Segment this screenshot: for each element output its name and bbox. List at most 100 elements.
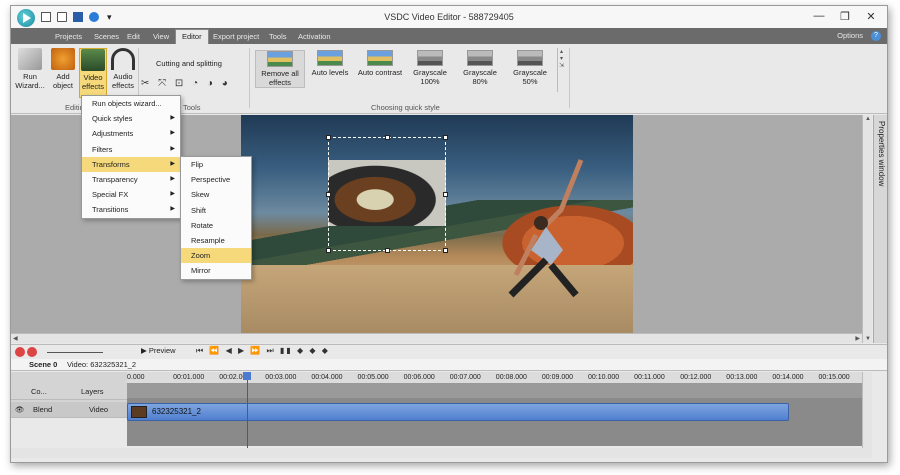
tools-icon-row[interactable]: ✂ ⤧ ⊡ ◔ ◑ ◕ <box>141 78 231 89</box>
quick-style-label: Remove all effects <box>261 69 299 87</box>
resize-handle[interactable] <box>443 192 448 197</box>
eye-icon[interactable]: 👁 <box>15 402 25 418</box>
ruler-tick-label: 00:14.000 <box>772 374 804 381</box>
quick-style-remove-all[interactable]: Remove all effects <box>255 50 305 88</box>
menu-item-zoom[interactable]: Zoom <box>181 248 251 264</box>
menu-item-shift[interactable]: Shift <box>181 203 251 218</box>
col-label: Co... <box>31 387 47 396</box>
quick-style-grayscale-50[interactable]: Grayscale 50% <box>505 50 555 86</box>
video-effects-button[interactable]: Video effects <box>79 48 107 98</box>
menu-item-mirror[interactable]: Mirror <box>181 263 251 278</box>
ruler-tick-label: 00:07.000 <box>449 374 481 381</box>
run-wizard-button[interactable]: Run Wizard... <box>13 48 47 90</box>
help-icon[interactable]: ? <box>871 31 881 41</box>
quick-style-grayscale-80[interactable]: Grayscale 80% <box>455 50 505 86</box>
submenu-arrow-icon: ▶ <box>170 206 175 213</box>
playback-controls[interactable]: ⏮ ⏪ ◀ ▶ ⏩ ⏭ ▮▮ ◆ ◆ ◆ <box>196 346 330 356</box>
scroll-down-icon[interactable]: ▼ <box>865 336 871 342</box>
tab-view[interactable]: View <box>147 30 175 44</box>
menu-item-label: Filters <box>92 144 113 154</box>
resize-handle[interactable] <box>326 135 331 140</box>
tab-scenes[interactable]: Scenes <box>88 30 125 44</box>
menu-item-quick-styles[interactable]: Quick styles ▶ <box>82 111 180 126</box>
timeline-horizontal-scrollbar[interactable] <box>11 448 872 458</box>
workspace-horizontal-scrollbar[interactable]: ◀ ▶ <box>11 333 862 343</box>
blend-dropdown[interactable]: Blend <box>33 402 52 418</box>
wand-icon <box>18 48 42 70</box>
quick-style-auto-levels[interactable]: Auto levels <box>305 50 355 77</box>
resize-handle[interactable] <box>385 248 390 253</box>
tab-scene-0[interactable]: Scene 0 <box>29 360 57 369</box>
submenu-arrow-icon: ▶ <box>170 160 175 167</box>
tab-video-object[interactable]: Video: 632325321_2 <box>67 360 136 369</box>
tab-edit[interactable]: Edit <box>121 30 146 44</box>
ruler-tick-label: 00:05.000 <box>357 374 389 381</box>
minimize-button[interactable]: — <box>811 10 827 22</box>
quick-styles-scroll[interactable]: ▴ ▾ ⇲ <box>557 48 565 92</box>
menu-item-transparency[interactable]: Transparency ▶ <box>82 172 180 187</box>
tab-activation[interactable]: Activation <box>292 30 337 44</box>
menu-item-perspective[interactable]: Perspective <box>181 172 251 187</box>
scroll-right-icon[interactable]: ▶ <box>855 335 860 342</box>
audio-effects-button[interactable]: Audio effects <box>109 48 137 90</box>
preview-button[interactable]: ▶ Preview <box>141 346 176 355</box>
ruler-tick-label: 00:06.000 <box>403 374 435 381</box>
submenu-arrow-icon: ▶ <box>170 130 175 137</box>
tab-tools[interactable]: Tools <box>263 30 293 44</box>
playhead-marker[interactable] <box>243 372 251 380</box>
layers-row <box>127 384 862 398</box>
video-effects-icon <box>81 49 105 71</box>
quick-style-grayscale-100[interactable]: Grayscale 100% <box>405 50 455 86</box>
video-clip[interactable]: 632325321_2 <box>127 403 789 421</box>
menu-item-adjustments[interactable]: Adjustments ▶ <box>82 126 180 141</box>
submenu-arrow-icon: ▶ <box>170 145 175 152</box>
quick-style-auto-contrast[interactable]: Auto contrast <box>355 50 405 77</box>
menu-item-skew[interactable]: Skew <box>181 187 251 202</box>
scene-tabs: Scene 0 Video: 632325321_2 <box>11 359 887 371</box>
tab-editor[interactable]: Editor <box>175 29 209 44</box>
workspace-vertical-scrollbar[interactable]: ▲ ▼ <box>862 115 872 343</box>
tab-export-project[interactable]: Export project <box>207 30 265 44</box>
menu-item-resample[interactable]: Resample <box>181 233 251 248</box>
resize-handle[interactable] <box>385 135 390 140</box>
zoom-out-icon[interactable] <box>27 347 37 357</box>
add-object-button[interactable]: Add object <box>49 48 77 90</box>
ruler-tick-label: 00:15.000 <box>818 374 850 381</box>
restore-button[interactable]: ❐ <box>837 10 853 23</box>
resize-handle[interactable] <box>326 192 331 197</box>
properties-window-tab[interactable]: Properties window <box>873 115 887 343</box>
tab-projects[interactable]: Projects <box>49 30 88 44</box>
ruler-tick-label: 00:12.000 <box>680 374 712 381</box>
resize-handle[interactable] <box>443 135 448 140</box>
layers-label: Layers <box>81 387 104 396</box>
menu-item-label: Run objects wizard... <box>92 99 162 108</box>
cutting-splitting-button[interactable]: Cutting and splitting <box>156 59 222 68</box>
menu-item-special-fx[interactable]: Special FX ▶ <box>82 187 180 202</box>
submenu-arrow-icon: ▶ <box>170 115 175 122</box>
menu-item-flip[interactable]: Flip <box>181 157 251 172</box>
resize-handle[interactable] <box>326 248 331 253</box>
menu-item-rotate[interactable]: Rotate <box>181 218 251 233</box>
menu-item-transitions[interactable]: Transitions ▶ <box>82 202 180 217</box>
scroll-left-icon[interactable]: ◀ <box>13 335 18 342</box>
timeline-vertical-scrollbar[interactable] <box>862 372 872 448</box>
menu-item-filters[interactable]: Filters ▶ <box>82 142 180 157</box>
close-button[interactable]: ✕ <box>863 10 879 23</box>
preview-person <box>508 159 584 298</box>
menu-item-label: Adjustments <box>92 129 134 139</box>
zoom-slider[interactable] <box>47 352 103 353</box>
scroll-up-icon[interactable]: ▲ <box>865 116 871 122</box>
menu-item-run-objects-wizard[interactable]: Run objects wizard... <box>82 96 180 111</box>
video-preview[interactable] <box>241 115 633 333</box>
ruler-tick-label: 0.000 <box>127 374 145 381</box>
quick-style-thumb <box>517 50 543 66</box>
timeline-ruler[interactable]: 0.000 00:01.000 00:02.000 00:03.000 00:04.00… <box>127 372 862 384</box>
options-button[interactable]: Options <box>837 31 863 40</box>
quick-style-thumb <box>367 50 393 66</box>
zoom-in-icon[interactable] <box>15 347 25 357</box>
resize-handle[interactable] <box>443 248 448 253</box>
playhead[interactable] <box>247 372 248 452</box>
video-track-label: Video <box>89 405 109 414</box>
object-selection-box[interactable] <box>326 135 448 253</box>
menu-item-transforms[interactable]: Transforms ▶ <box>82 156 180 172</box>
